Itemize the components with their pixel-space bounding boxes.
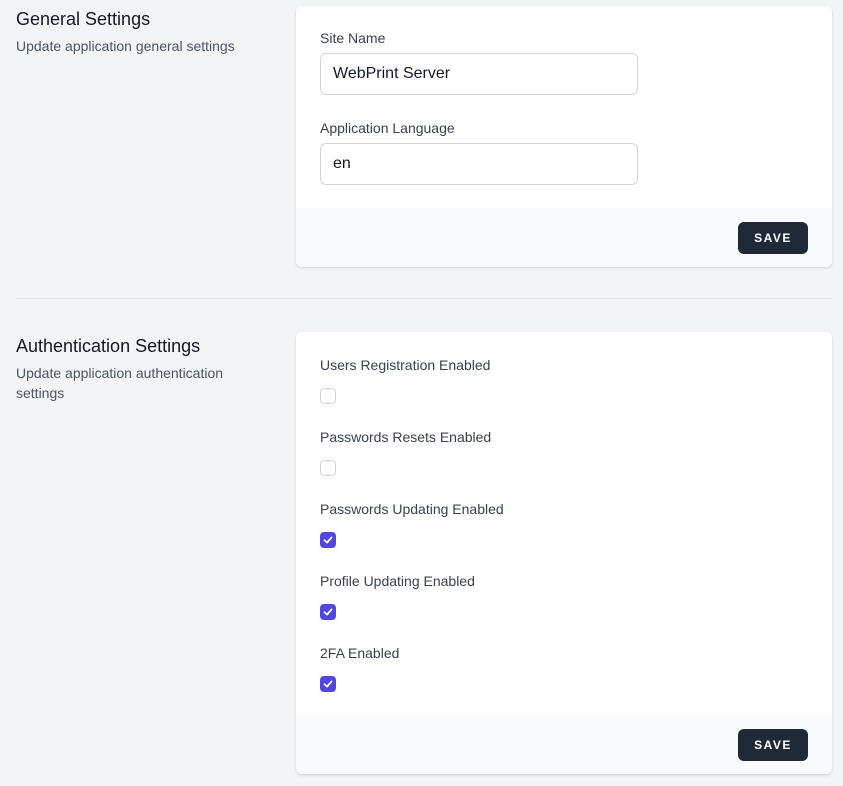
two-factor-checkbox[interactable] <box>320 676 336 692</box>
site-name-input[interactable] <box>320 53 638 95</box>
site-name-label: Site Name <box>320 30 386 46</box>
checkmark-icon <box>323 536 333 544</box>
profile-updating-label: Profile Updating Enabled <box>320 573 475 589</box>
general-settings-card: Site Name Application Language SAVE <box>296 6 832 267</box>
general-settings-description: Update application general settings <box>16 38 235 54</box>
general-settings-footer: SAVE <box>296 208 832 267</box>
authentication-settings-title: Authentication Settings <box>16 336 201 356</box>
application-language-input[interactable] <box>320 143 638 185</box>
passwords-updating-checkbox[interactable] <box>320 532 336 548</box>
authentication-save-button[interactable]: SAVE <box>738 729 808 761</box>
profile-updating-checkbox[interactable] <box>320 604 336 620</box>
users-registration-label: Users Registration Enabled <box>320 357 491 373</box>
passwords-updating-label: Passwords Updating Enabled <box>320 501 504 517</box>
checkmark-icon <box>323 680 333 688</box>
authentication-settings-card: Users Registration Enabled Passwords Res… <box>296 332 832 774</box>
checkmark-icon <box>323 608 333 616</box>
passwords-resets-label: Passwords Resets Enabled <box>320 429 492 445</box>
section-divider <box>16 298 832 299</box>
two-factor-label: 2FA Enabled <box>320 645 400 661</box>
general-settings-title: General Settings <box>16 9 151 29</box>
authentication-settings-footer: SAVE <box>296 716 832 774</box>
general-save-button[interactable]: SAVE <box>738 222 808 254</box>
general-settings-form: Site Name Application Language <box>296 6 832 208</box>
application-language-label: Application Language <box>320 120 455 136</box>
authentication-settings-description: Update application authentication settin… <box>16 365 224 401</box>
users-registration-checkbox[interactable] <box>320 388 336 404</box>
passwords-resets-checkbox[interactable] <box>320 460 336 476</box>
authentication-settings-form: Users Registration Enabled Passwords Res… <box>296 332 832 716</box>
